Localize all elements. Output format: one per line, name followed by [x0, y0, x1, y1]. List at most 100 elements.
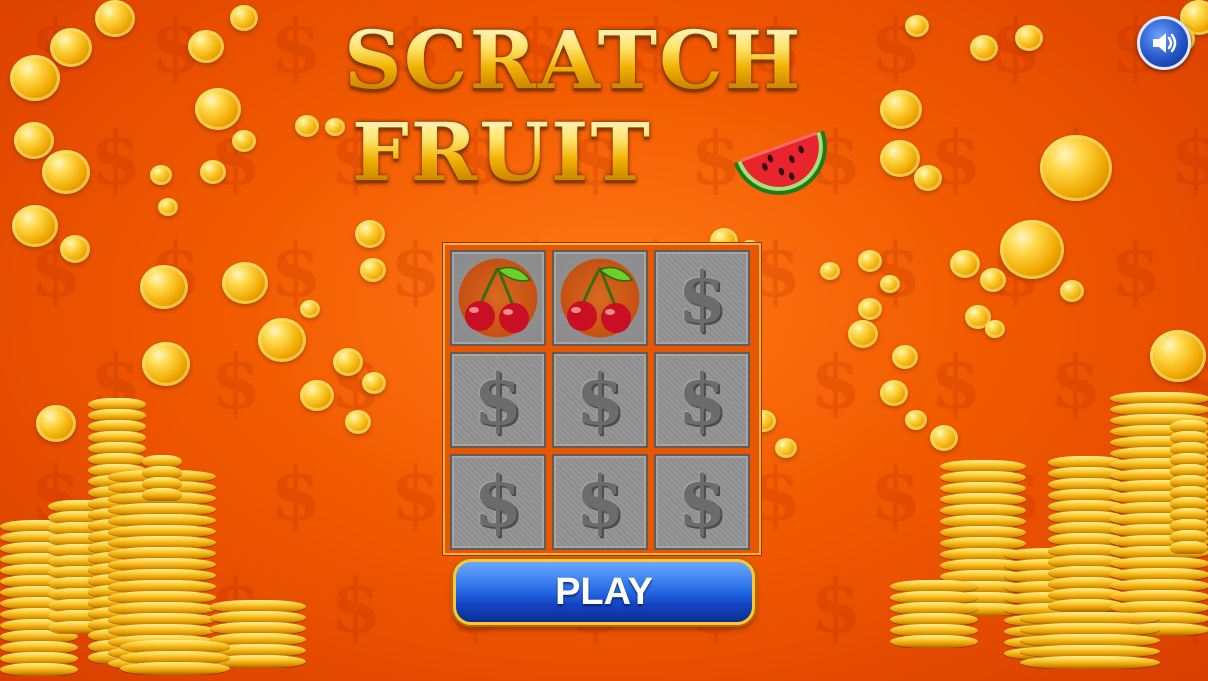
coin-icon: [258, 318, 306, 362]
background-dollar-icon: $: [1050, 340, 1102, 426]
background-dollar-icon: $: [810, 340, 862, 426]
coin-icon: [880, 380, 908, 406]
scratch-cell-4[interactable]: $: [450, 352, 546, 448]
dollar-icon: $: [677, 460, 727, 543]
coin-icon: [914, 165, 942, 191]
background-dollar-icon: $: [390, 228, 442, 314]
coin-icon: [140, 265, 188, 309]
coin-icon: [905, 410, 927, 430]
coin-icon: [1015, 25, 1043, 51]
coin-icon: [188, 30, 224, 63]
sound-toggle-button[interactable]: [1137, 16, 1191, 70]
background-dollar-icon: $: [210, 340, 262, 426]
coin-icon: [232, 130, 256, 152]
coin-icon: [142, 342, 190, 386]
dollar-icon: $: [575, 358, 625, 441]
coin-icon: [1060, 280, 1084, 302]
background-dollar-icon: $: [810, 564, 862, 650]
background-dollar-icon: $: [270, 228, 322, 314]
coin-icon: [775, 438, 797, 458]
coin-icon: [905, 15, 929, 37]
coin-icon: [970, 35, 998, 61]
coin-icon: [300, 300, 320, 318]
coin-icon: [14, 122, 54, 159]
coin-icon: [1040, 135, 1112, 201]
coin-icon: [362, 372, 386, 394]
coin-stack: [120, 640, 230, 675]
coin-icon: [355, 220, 385, 248]
coin-icon: [950, 250, 980, 278]
coin-icon: [930, 425, 958, 451]
coin-icon: [980, 268, 1006, 292]
coin-icon: [50, 28, 92, 67]
coin-icon: [300, 380, 334, 411]
coin-icon: [360, 258, 386, 282]
scratch-cell-5[interactable]: $: [552, 352, 648, 448]
coin-icon: [880, 90, 922, 129]
scratch-cell-8[interactable]: $: [552, 454, 648, 550]
coin-icon: [295, 115, 319, 137]
coin-icon: [10, 55, 60, 101]
stacked-coin: [890, 635, 978, 648]
stacked-coin: [0, 663, 78, 676]
scratch-card-grid: $ $ $ $ $ $ $: [443, 243, 761, 555]
coin-icon: [95, 0, 135, 37]
stacked-coin: [142, 488, 182, 501]
coin-icon: [42, 150, 90, 194]
dollar-icon: $: [575, 460, 625, 543]
coin-icon: [195, 88, 241, 130]
coin-stack: [142, 455, 182, 501]
coin-icon: [1150, 330, 1206, 382]
coin-stack: [1020, 612, 1160, 669]
dollar-icon: $: [473, 358, 523, 441]
watermelon-icon: [733, 130, 827, 195]
game-title-line1: SCRATCH: [344, 13, 803, 107]
coin-icon: [12, 205, 58, 247]
background-dollar-icon: $: [270, 452, 322, 538]
coin-icon: [848, 320, 878, 348]
coin-icon: [230, 5, 258, 31]
coin-icon: [880, 140, 920, 177]
coin-icon: [158, 198, 178, 216]
background-dollar-icon: $: [390, 452, 442, 538]
coin-icon: [150, 165, 172, 185]
coin-stack: [890, 580, 978, 648]
background-dollar-icon: $: [930, 340, 982, 426]
scratch-cell-6[interactable]: $: [654, 352, 750, 448]
coin-icon: [60, 235, 90, 263]
stacked-coin: [1020, 656, 1160, 669]
coin-icon: [880, 275, 900, 293]
coin-icon: [985, 320, 1005, 338]
coin-icon: [858, 298, 882, 320]
background-dollar-icon: $: [870, 452, 922, 538]
dollar-icon: $: [677, 358, 727, 441]
background-dollar-icon: $: [870, 228, 922, 314]
coin-icon: [333, 348, 363, 376]
background-dollar-icon: $: [270, 4, 322, 90]
coin-icon: [222, 262, 268, 304]
coin-icon: [1000, 220, 1064, 279]
scratch-cell-3[interactable]: $: [654, 250, 750, 346]
stacked-coin: [1170, 541, 1208, 554]
cherry-icon: [465, 266, 532, 333]
stacked-coin: [120, 662, 230, 675]
speaker-icon: [1153, 33, 1177, 53]
coin-icon: [200, 160, 226, 184]
coin-icon: [858, 250, 882, 272]
game-title-line2: FRUIT: [352, 105, 652, 199]
coin-icon: [820, 262, 840, 280]
background-dollar-icon: $: [90, 116, 142, 202]
coin-icon: [325, 118, 345, 136]
coin-icon: [892, 345, 918, 369]
scratch-cell-9[interactable]: $: [654, 454, 750, 550]
background-dollar-icon: $: [1110, 228, 1162, 314]
play-button[interactable]: PLAY: [453, 559, 755, 625]
coin-icon: [36, 405, 76, 442]
scratch-cell-1[interactable]: [450, 250, 546, 346]
background-dollar-icon: $: [1170, 116, 1208, 202]
scratch-cell-2[interactable]: [552, 250, 648, 346]
coin-icon: [345, 410, 371, 434]
coin-stack: [1170, 420, 1208, 554]
dollar-icon: $: [677, 256, 727, 339]
scratch-cell-7[interactable]: $: [450, 454, 546, 550]
